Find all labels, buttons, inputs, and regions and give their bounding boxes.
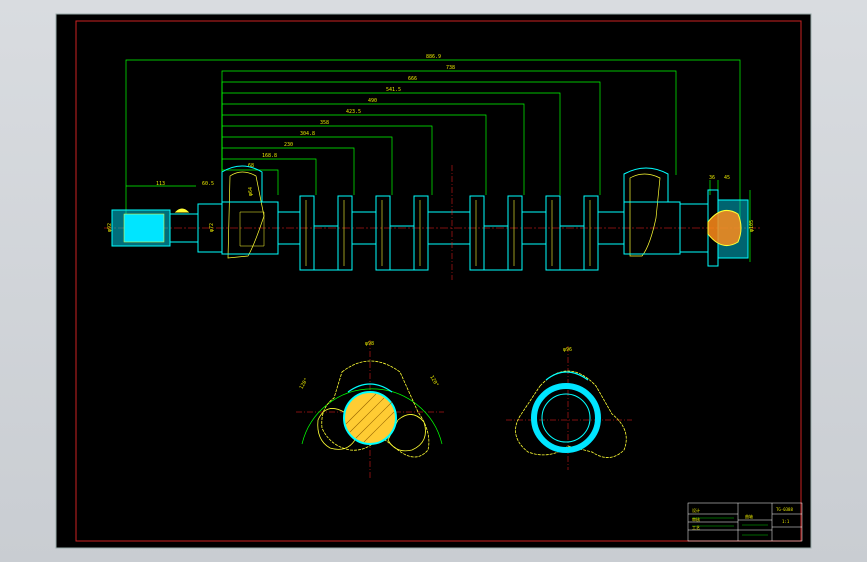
dim-230: 230 bbox=[284, 142, 293, 148]
dim-left-mid: φ72 bbox=[209, 223, 215, 232]
dim-right-b: 45 bbox=[724, 175, 730, 181]
screen-frame: 886.9 738 666 541.5 490 423.5 358 304.8 … bbox=[0, 0, 867, 562]
dim-423: 423.5 bbox=[346, 109, 361, 115]
cad-drawing: 886.9 738 666 541.5 490 423.5 358 304.8 … bbox=[55, 13, 812, 549]
right-top-label: φ96 bbox=[563, 347, 572, 353]
dim-168: 168.8 bbox=[262, 153, 277, 159]
dim-490: 490 bbox=[368, 98, 377, 104]
title-drawing-no: TG-0388 bbox=[776, 507, 793, 512]
dim-738: 738 bbox=[446, 65, 455, 71]
drawing-sheet bbox=[55, 13, 812, 549]
dim-541: 541.5 bbox=[386, 87, 401, 93]
dim-right-dia: φ105 bbox=[749, 220, 755, 232]
left-top-label: φ98 bbox=[365, 341, 374, 347]
title-part: 曲轴 bbox=[745, 513, 753, 519]
title-row-c: 工艺 bbox=[692, 525, 700, 530]
dim-left-step: 60.5 bbox=[202, 181, 214, 187]
title-row-b: 审核 bbox=[692, 516, 700, 522]
dim-left-len: 113 bbox=[156, 181, 165, 187]
dim-right-a: 36 bbox=[709, 175, 715, 181]
dim-666: 666 bbox=[408, 76, 417, 82]
dim-web-mid: φ64 bbox=[248, 187, 254, 196]
dim-304: 304.8 bbox=[300, 131, 315, 137]
title-scale: 1:1 bbox=[782, 519, 790, 524]
dim-overall: 886.9 bbox=[426, 54, 441, 60]
dim-358: 358 bbox=[320, 120, 329, 126]
title-row-a: 设计 bbox=[692, 507, 700, 513]
